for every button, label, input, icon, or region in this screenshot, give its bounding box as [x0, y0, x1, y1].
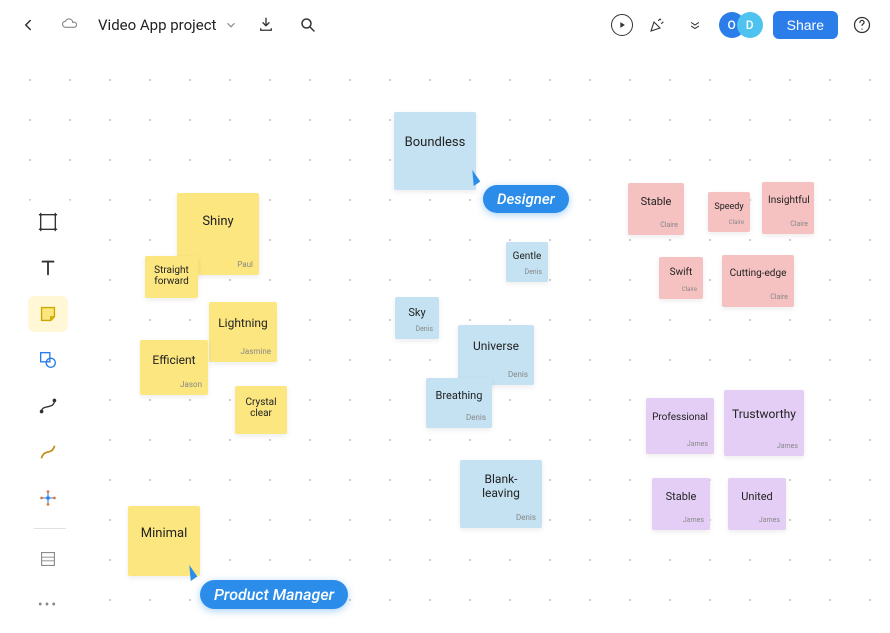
note-blank[interactable]: Blank-leaving Denis — [460, 460, 542, 528]
note-cutting[interactable]: Cutting-edge Claire — [722, 255, 794, 307]
note-speedy[interactable]: Speedy Claire — [708, 192, 750, 232]
cursor-label: Product Manager — [200, 580, 348, 609]
note-label: Swift — [670, 267, 693, 278]
note-label: Stable — [641, 195, 672, 208]
note-united[interactable]: United James — [728, 478, 786, 530]
tool-mindmap[interactable] — [28, 480, 68, 516]
toolbar-divider — [34, 528, 66, 529]
note-label: Cutting-edge — [730, 268, 787, 279]
header-left: Video App project — [14, 11, 322, 39]
note-author: Denis — [466, 513, 536, 522]
note-author: Denis — [512, 268, 542, 276]
more-dots-icon: ••• — [38, 597, 58, 613]
note-label: Crystal clear — [241, 397, 281, 419]
search-button[interactable] — [294, 11, 322, 39]
note-label: Sky — [408, 306, 425, 319]
note-efficient[interactable]: Efficient Jason — [140, 340, 208, 395]
collapse-icon[interactable] — [681, 11, 709, 39]
note-label: Breathing — [436, 389, 483, 402]
note-label: Universe — [473, 339, 519, 353]
note-label: Professional — [652, 412, 708, 423]
help-button[interactable] — [848, 11, 876, 39]
project-title-text: Video App project — [98, 16, 216, 34]
chevron-down-icon — [224, 18, 238, 32]
left-toolbar: ••• — [28, 198, 72, 629]
note-breathing[interactable]: Breathing Denis — [426, 378, 492, 428]
header-right: O D Share — [611, 11, 876, 39]
project-title[interactable]: Video App project — [98, 16, 238, 34]
note-label: Lightning — [218, 316, 268, 330]
download-button[interactable] — [252, 11, 280, 39]
note-stable1[interactable]: Stable Claire — [628, 183, 684, 235]
note-trustworthy[interactable]: Trustworthy James — [724, 390, 804, 456]
tool-text[interactable] — [28, 250, 68, 286]
note-author: Jason — [146, 380, 202, 389]
cursor-designer: Designer — [483, 185, 569, 213]
note-label: Boundless — [405, 135, 466, 150]
note-author: James — [658, 516, 704, 524]
avatar-d: D — [737, 12, 763, 38]
cursor-label: Designer — [483, 185, 569, 213]
tool-shape[interactable] — [28, 342, 68, 378]
note-label: Gentle — [513, 251, 542, 262]
tool-frame[interactable] — [28, 204, 68, 240]
note-label: Trustworthy — [732, 407, 796, 421]
play-button[interactable] — [611, 14, 633, 36]
note-label: Shiny — [202, 214, 233, 229]
note-swift[interactable]: Swift Claire — [659, 257, 703, 299]
tool-sticky-note[interactable] — [28, 296, 68, 332]
note-author: Claire — [728, 293, 788, 301]
cursor-pm: Product Manager — [200, 580, 348, 609]
note-stable2[interactable]: Stable James — [652, 478, 710, 530]
share-button[interactable]: Share — [773, 11, 838, 39]
note-label: Minimal — [141, 526, 187, 541]
tool-pen[interactable] — [28, 434, 68, 470]
note-boundless[interactable]: Boundless — [394, 112, 476, 190]
note-author: Denis — [432, 413, 486, 422]
note-author: James — [730, 442, 798, 450]
note-label: Stable — [666, 490, 697, 503]
note-lightning[interactable]: Lightning Jasmine — [209, 302, 277, 362]
note-author: Claire — [665, 286, 697, 293]
note-label: Blank-leaving — [466, 472, 536, 500]
note-professional[interactable]: Professional James — [646, 398, 714, 454]
header-bar: Video App project O D Share — [0, 0, 890, 50]
note-label: Insightful — [768, 195, 810, 206]
note-label: Efficient — [152, 353, 195, 367]
avatar-stack[interactable]: O D — [719, 12, 763, 38]
note-author: Claire — [768, 220, 808, 228]
note-label: Speedy — [714, 202, 743, 212]
note-label: Straight forward — [151, 265, 192, 287]
tool-more[interactable]: ••• — [28, 587, 68, 623]
note-insightful[interactable]: Insightful Claire — [762, 182, 814, 234]
note-author: Claire — [714, 219, 744, 226]
tool-connector[interactable] — [28, 388, 68, 424]
tool-template[interactable] — [28, 541, 68, 577]
note-gentle[interactable]: Gentle Denis — [506, 242, 548, 282]
note-crystal[interactable]: Crystal clear — [235, 386, 287, 434]
canvas[interactable]: ••• ShinyPaul Straight forward Lightning… — [0, 50, 890, 633]
back-button[interactable] — [14, 11, 42, 39]
note-label: United — [741, 490, 773, 503]
cloud-icon — [56, 11, 84, 39]
confetti-icon[interactable] — [643, 11, 671, 39]
note-straight[interactable]: Straight forward — [145, 256, 198, 298]
note-author: Jasmine — [215, 347, 271, 356]
note-author: James — [734, 516, 780, 524]
note-author: Claire — [634, 221, 678, 229]
note-author: Denis — [401, 325, 433, 333]
note-sky[interactable]: Sky Denis — [395, 297, 439, 339]
note-universe[interactable]: UniverseDenis — [458, 325, 534, 385]
note-author: James — [652, 440, 708, 448]
